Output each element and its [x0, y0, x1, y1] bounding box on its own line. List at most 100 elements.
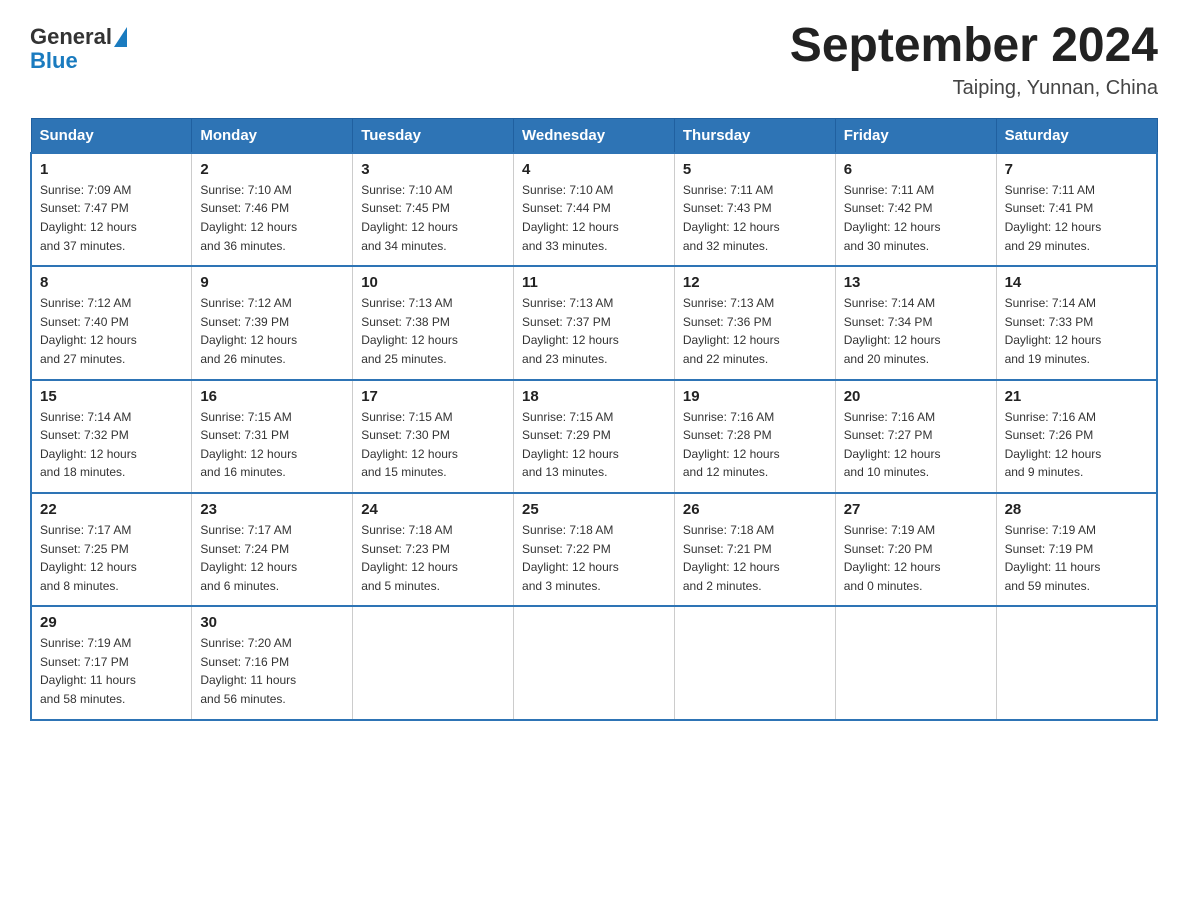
- day-info: Sunrise: 7:17 AMSunset: 7:24 PMDaylight:…: [200, 521, 344, 595]
- day-info: Sunrise: 7:10 AMSunset: 7:44 PMDaylight:…: [522, 181, 666, 255]
- header-tuesday: Tuesday: [353, 118, 514, 153]
- day-cell: [514, 606, 675, 719]
- logo-text-blue: Blue: [30, 48, 78, 73]
- day-number: 17: [361, 388, 505, 405]
- day-info: Sunrise: 7:11 AMSunset: 7:41 PMDaylight:…: [1005, 181, 1148, 255]
- day-cell: 1 Sunrise: 7:09 AMSunset: 7:47 PMDaylight…: [31, 153, 192, 266]
- day-number: 30: [200, 614, 344, 631]
- day-cell: 23 Sunrise: 7:17 AMSunset: 7:24 PMDayligh…: [192, 493, 353, 606]
- day-cell: 12Sunrise: 7:13 AMSunset: 7:36 PMDayligh…: [674, 266, 835, 379]
- day-number: 10: [361, 274, 505, 291]
- day-cell: 27 Sunrise: 7:19 AMSunset: 7:20 PMDayligh…: [835, 493, 996, 606]
- day-number: 4: [522, 161, 666, 178]
- day-number: 15: [40, 388, 183, 405]
- page-header: General Blue September 2024 Taiping, Yun…: [30, 20, 1158, 100]
- day-info: Sunrise: 7:11 AMSunset: 7:42 PMDaylight:…: [844, 181, 988, 255]
- day-cell: 22 Sunrise: 7:17 AMSunset: 7:25 PMDayligh…: [31, 493, 192, 606]
- day-cell: 21 Sunrise: 7:16 AMSunset: 7:26 PMDayligh…: [996, 380, 1157, 493]
- day-cell: 13 Sunrise: 7:14 AMSunset: 7:34 PMDayligh…: [835, 266, 996, 379]
- week-row-5: 29 Sunrise: 7:19 AMSunset: 7:17 PMDayligh…: [31, 606, 1157, 719]
- day-cell: 9 Sunrise: 7:12 AMSunset: 7:39 PMDaylight…: [192, 266, 353, 379]
- day-cell: [674, 606, 835, 719]
- calendar-subtitle: Taiping, Yunnan, China: [790, 77, 1158, 100]
- day-number: 8: [40, 274, 183, 291]
- day-cell: 6Sunrise: 7:11 AMSunset: 7:42 PMDaylight…: [835, 153, 996, 266]
- day-number: 3: [361, 161, 505, 178]
- day-number: 9: [200, 274, 344, 291]
- day-number: 28: [1005, 501, 1148, 518]
- week-row-1: 1 Sunrise: 7:09 AMSunset: 7:47 PMDaylight…: [31, 153, 1157, 266]
- day-info: Sunrise: 7:19 AMSunset: 7:19 PMDaylight:…: [1005, 521, 1148, 595]
- day-info: Sunrise: 7:16 AMSunset: 7:27 PMDaylight:…: [844, 408, 988, 482]
- day-number: 5: [683, 161, 827, 178]
- day-info: Sunrise: 7:19 AMSunset: 7:20 PMDaylight:…: [844, 521, 988, 595]
- day-info: Sunrise: 7:17 AMSunset: 7:25 PMDaylight:…: [40, 521, 183, 595]
- day-number: 19: [683, 388, 827, 405]
- day-info: Sunrise: 7:14 AMSunset: 7:34 PMDaylight:…: [844, 294, 988, 368]
- day-cell: 29 Sunrise: 7:19 AMSunset: 7:17 PMDayligh…: [31, 606, 192, 719]
- day-info: Sunrise: 7:09 AMSunset: 7:47 PMDaylight:…: [40, 181, 183, 255]
- day-number: 11: [522, 274, 666, 291]
- day-info: Sunrise: 7:15 AMSunset: 7:29 PMDaylight:…: [522, 408, 666, 482]
- day-info: Sunrise: 7:19 AMSunset: 7:17 PMDaylight:…: [40, 634, 183, 708]
- day-cell: 8 Sunrise: 7:12 AMSunset: 7:40 PMDaylight…: [31, 266, 192, 379]
- header-sunday: Sunday: [31, 118, 192, 153]
- day-info: Sunrise: 7:10 AMSunset: 7:46 PMDaylight:…: [200, 181, 344, 255]
- day-info: Sunrise: 7:18 AMSunset: 7:23 PMDaylight:…: [361, 521, 505, 595]
- day-number: 16: [200, 388, 344, 405]
- header-saturday: Saturday: [996, 118, 1157, 153]
- day-cell: 11 Sunrise: 7:13 AMSunset: 7:37 PMDayligh…: [514, 266, 675, 379]
- logo-text-general: General: [30, 24, 112, 49]
- day-number: 7: [1005, 161, 1148, 178]
- day-number: 1: [40, 161, 183, 178]
- calendar-title: September 2024: [790, 20, 1158, 73]
- day-number: 18: [522, 388, 666, 405]
- day-cell: 19 Sunrise: 7:16 AMSunset: 7:28 PMDayligh…: [674, 380, 835, 493]
- day-cell: 10 Sunrise: 7:13 AMSunset: 7:38 PMDayligh…: [353, 266, 514, 379]
- day-cell: [835, 606, 996, 719]
- day-info: Sunrise: 7:20 AMSunset: 7:16 PMDaylight:…: [200, 634, 344, 708]
- week-row-2: 8 Sunrise: 7:12 AMSunset: 7:40 PMDaylight…: [31, 266, 1157, 379]
- day-number: 21: [1005, 388, 1148, 405]
- day-cell: 20Sunrise: 7:16 AMSunset: 7:27 PMDayligh…: [835, 380, 996, 493]
- day-cell: 18 Sunrise: 7:15 AMSunset: 7:29 PMDayligh…: [514, 380, 675, 493]
- day-info: Sunrise: 7:16 AMSunset: 7:26 PMDaylight:…: [1005, 408, 1148, 482]
- calendar-table: SundayMondayTuesdayWednesdayThursdayFrid…: [30, 118, 1158, 721]
- day-cell: 14 Sunrise: 7:14 AMSunset: 7:33 PMDayligh…: [996, 266, 1157, 379]
- day-info: Sunrise: 7:12 AMSunset: 7:39 PMDaylight:…: [200, 294, 344, 368]
- day-info: Sunrise: 7:12 AMSunset: 7:40 PMDaylight:…: [40, 294, 183, 368]
- day-info: Sunrise: 7:11 AMSunset: 7:43 PMDaylight:…: [683, 181, 827, 255]
- day-number: 13: [844, 274, 988, 291]
- header-friday: Friday: [835, 118, 996, 153]
- day-info: Sunrise: 7:18 AMSunset: 7:22 PMDaylight:…: [522, 521, 666, 595]
- day-number: 25: [522, 501, 666, 518]
- day-number: 14: [1005, 274, 1148, 291]
- day-number: 27: [844, 501, 988, 518]
- day-number: 29: [40, 614, 183, 631]
- day-cell: 5 Sunrise: 7:11 AMSunset: 7:43 PMDaylight…: [674, 153, 835, 266]
- day-number: 2: [200, 161, 344, 178]
- day-info: Sunrise: 7:13 AMSunset: 7:36 PMDaylight:…: [683, 294, 827, 368]
- day-number: 24: [361, 501, 505, 518]
- day-cell: 28 Sunrise: 7:19 AMSunset: 7:19 PMDayligh…: [996, 493, 1157, 606]
- day-info: Sunrise: 7:13 AMSunset: 7:37 PMDaylight:…: [522, 294, 666, 368]
- day-info: Sunrise: 7:14 AMSunset: 7:33 PMDaylight:…: [1005, 294, 1148, 368]
- logo-triangle-icon: [114, 27, 127, 47]
- title-area: September 2024 Taiping, Yunnan, China: [790, 20, 1158, 100]
- day-info: Sunrise: 7:14 AMSunset: 7:32 PMDaylight:…: [40, 408, 183, 482]
- header-wednesday: Wednesday: [514, 118, 675, 153]
- header-row: SundayMondayTuesdayWednesdayThursdayFrid…: [31, 118, 1157, 153]
- day-cell: 30 Sunrise: 7:20 AMSunset: 7:16 PMDayligh…: [192, 606, 353, 719]
- header-monday: Monday: [192, 118, 353, 153]
- day-number: 22: [40, 501, 183, 518]
- header-thursday: Thursday: [674, 118, 835, 153]
- day-number: 23: [200, 501, 344, 518]
- day-cell: 25 Sunrise: 7:18 AMSunset: 7:22 PMDayligh…: [514, 493, 675, 606]
- day-info: Sunrise: 7:13 AMSunset: 7:38 PMDaylight:…: [361, 294, 505, 368]
- day-cell: 7 Sunrise: 7:11 AMSunset: 7:41 PMDaylight…: [996, 153, 1157, 266]
- day-cell: [996, 606, 1157, 719]
- day-info: Sunrise: 7:16 AMSunset: 7:28 PMDaylight:…: [683, 408, 827, 482]
- day-info: Sunrise: 7:18 AMSunset: 7:21 PMDaylight:…: [683, 521, 827, 595]
- week-row-4: 22 Sunrise: 7:17 AMSunset: 7:25 PMDayligh…: [31, 493, 1157, 606]
- day-cell: 4 Sunrise: 7:10 AMSunset: 7:44 PMDaylight…: [514, 153, 675, 266]
